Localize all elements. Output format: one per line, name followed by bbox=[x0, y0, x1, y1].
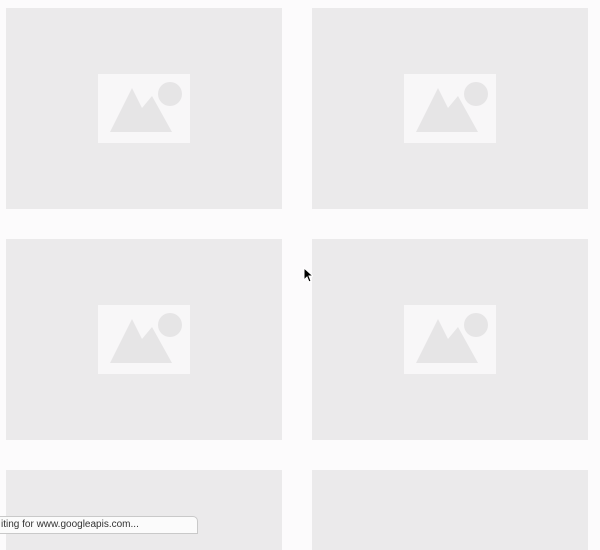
image-card[interactable] bbox=[312, 8, 588, 209]
browser-status-bar: iting for www.googleapis.com... bbox=[0, 516, 198, 534]
image-placeholder-icon bbox=[404, 74, 496, 143]
image-card[interactable] bbox=[312, 470, 588, 550]
image-placeholder-icon bbox=[98, 305, 190, 374]
image-card[interactable] bbox=[312, 239, 588, 440]
status-text: iting for www.googleapis.com... bbox=[1, 519, 139, 530]
image-placeholder-icon bbox=[404, 305, 496, 374]
mouse-pointer-icon bbox=[303, 267, 313, 283]
image-card[interactable] bbox=[6, 8, 282, 209]
image-card[interactable] bbox=[6, 239, 282, 440]
image-grid bbox=[0, 0, 600, 550]
image-placeholder-icon bbox=[98, 74, 190, 143]
image-card[interactable] bbox=[6, 470, 282, 550]
